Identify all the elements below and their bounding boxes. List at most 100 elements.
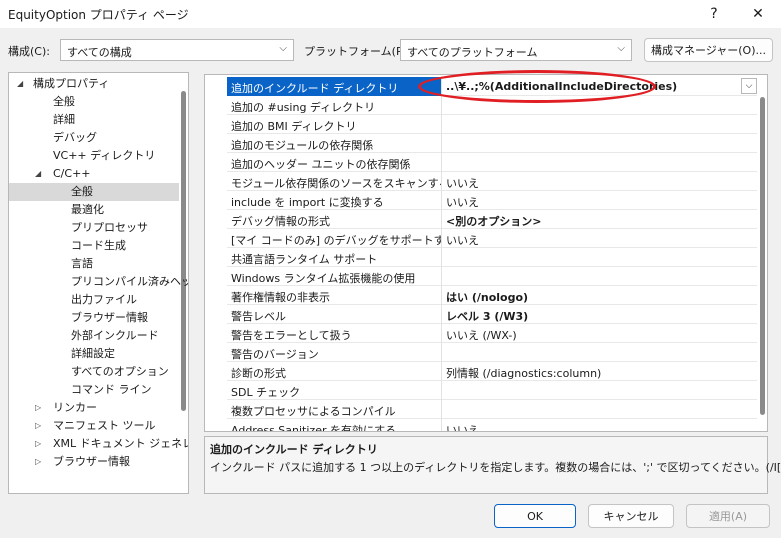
tree-item[interactable]: 最適化 [9,201,179,219]
grid-scrollbar[interactable] [760,97,765,415]
cancel-button[interactable]: キャンセル [588,504,674,528]
tree-item[interactable]: コード生成 [9,237,179,255]
tree-item[interactable]: プリプロセッサ [9,219,179,237]
chevron-down-icon: ⌵ [617,43,625,54]
tree-item-label: 全般 [71,185,93,198]
tree-item[interactable]: ▷ ブラウザー情報 [9,453,179,471]
tree-item[interactable]: 出力ファイル [9,291,179,309]
tree-item[interactable]: デバッグ [9,129,179,147]
tree-item-label: すべてのオプション [71,365,169,378]
tree-item[interactable]: すべてのオプション [9,363,179,381]
tree-item[interactable]: 外部インクルード [9,327,179,345]
description-title: 追加のインクルード ディレクトリ [210,443,378,456]
property-row[interactable]: 警告レベル レベル 3 (/W3) [227,305,757,324]
property-value[interactable]: レベル 3 (/W3) [446,308,756,324]
tree-item-label: VC++ ディレクトリ [53,149,156,162]
property-value[interactable]: はい (/nologo) [446,289,756,305]
property-value[interactable]: <別のオプション> [446,213,756,229]
property-row[interactable]: 追加の #using ディレクトリ [227,96,757,115]
column-divider [441,96,442,115]
tree-item[interactable]: 言語 [9,255,179,273]
tree-item[interactable]: VC++ ディレクトリ [9,147,179,165]
property-row[interactable]: 複数プロセッサによるコンパイル [227,400,757,419]
ok-button[interactable]: OK [494,504,576,528]
property-row[interactable]: Address Sanitizer を有効にする いいえ [227,419,757,432]
property-row[interactable]: 追加の BMI ディレクトリ [227,115,757,134]
property-row[interactable]: include を import に変換する いいえ [227,191,757,210]
column-divider [441,381,442,400]
tree-item[interactable]: 全般 [9,183,179,201]
property-row[interactable]: モジュール依存関係のソースをスキャンする いいえ [227,172,757,191]
property-row[interactable]: 診断の形式 列情報 (/diagnostics:column) [227,362,757,381]
property-row[interactable]: 警告をエラーとして扱う いいえ (/WX-) [227,324,757,343]
property-name: モジュール依存関係のソースをスキャンする [231,177,441,190]
property-value[interactable]: いいえ [446,175,756,191]
property-row[interactable]: [マイ コードのみ] のデバッグをサポートする いいえ [227,229,757,248]
tree-item[interactable]: 詳細 [9,111,179,129]
expanded-arrow-icon[interactable]: ◢ [17,75,23,93]
tree-item[interactable]: ◢ C/C++ [9,165,179,183]
column-divider [441,115,442,134]
property-name: 警告レベル [231,310,286,323]
tree-scrollbar[interactable] [181,91,186,411]
collapsed-arrow-icon[interactable]: ▷ [35,435,41,453]
tree-item[interactable]: ▷ リンカー [9,399,179,417]
close-button[interactable]: ✕ [740,0,776,28]
property-value[interactable]: いいえ (/WX-) [446,327,756,343]
configuration-manager-button[interactable]: 構成マネージャー(O)... [644,38,773,62]
property-value[interactable]: いいえ [446,422,756,431]
property-value[interactable]: ..\¥..;%(AdditionalIncludeDirectories) [446,80,756,93]
apply-button[interactable]: 適用(A) [686,504,770,528]
tree-item[interactable]: コマンド ライン [9,381,179,399]
property-row[interactable]: 追加のヘッダー ユニットの依存関係 [227,153,757,172]
property-grid[interactable]: 追加のインクルード ディレクトリ ..\¥..;%(AdditionalInclu… [204,74,768,432]
tree-item-label: C/C++ [53,167,91,180]
property-name: 追加のモジュールの依存関係 [231,139,374,152]
property-name: 複数プロセッサによるコンパイル [231,405,396,418]
property-row[interactable]: Windows ランタイム拡張機能の使用 [227,267,757,286]
property-row[interactable]: 追加のモジュールの依存関係 [227,134,757,153]
tree-item-label: 詳細設定 [71,347,115,360]
tree-item[interactable]: ▷ マニフェスト ツール [9,417,179,435]
tree-item[interactable]: ◢ 構成プロパティ [9,75,179,93]
property-value[interactable]: 列情報 (/diagnostics:column) [446,365,756,381]
property-row[interactable]: 警告のバージョン [227,343,757,362]
column-divider [441,248,442,267]
tree-item[interactable]: プリコンパイル済みヘッ [9,273,188,291]
property-tree[interactable]: ◢ 構成プロパティ 全般 詳細 デバッグ VC++ ディレクトリ ◢ C/C++ 全般 最適化 プリ… [8,72,189,494]
column-divider [441,77,442,96]
property-row[interactable]: デバッグ情報の形式 <別のオプション> [227,210,757,229]
collapsed-arrow-icon[interactable]: ▷ [35,453,41,471]
tree-item-label: 出力ファイル [71,293,137,306]
chevron-down-icon: ⌵ [745,81,753,91]
property-name: Address Sanitizer を有効にする [231,424,397,432]
platform-label: プラットフォーム(P): [304,45,411,58]
tree-item[interactable]: ブラウザー情報 [9,309,179,327]
column-divider [441,134,442,153]
property-name: デバッグ情報の形式 [231,215,330,228]
collapsed-arrow-icon[interactable]: ▷ [35,399,41,417]
tree-item[interactable]: 全般 [9,93,179,111]
expanded-arrow-icon[interactable]: ◢ [35,165,41,183]
property-row[interactable]: SDL チェック [227,381,757,400]
tree-item[interactable]: ▷ XML ドキュメント ジェネレー [9,435,188,453]
property-row[interactable]: 著作権情報の非表示 はい (/nologo) [227,286,757,305]
property-value[interactable]: いいえ [446,232,756,248]
property-row[interactable]: 共通言語ランタイム サポート [227,248,757,267]
tree-item-label: ブラウザー情報 [71,311,148,324]
tree-item-label: デバッグ [53,131,97,144]
tree-item[interactable]: 詳細設定 [9,345,179,363]
property-row[interactable]: 追加のインクルード ディレクトリ ..\¥..;%(AdditionalInclu… [227,77,757,96]
property-name: 追加の BMI ディレクトリ [231,120,357,133]
property-name: 警告をエラーとして扱う [231,329,352,342]
property-name: include を import に変換する [231,196,384,209]
platform-select[interactable]: すべてのプラットフォーム ⌵ [400,39,632,61]
help-button[interactable]: ? [696,0,732,28]
property-value[interactable]: いいえ [446,194,756,210]
value-dropdown-button[interactable]: ⌵ [741,78,757,94]
config-select[interactable]: すべての構成 ⌵ [60,39,294,61]
column-divider [441,267,442,286]
configuration-bar: 構成(C): すべての構成 ⌵ プラットフォーム(P): すべてのプラットフォー… [0,38,781,62]
collapsed-arrow-icon[interactable]: ▷ [35,417,41,435]
tree-item-label: リンカー [53,401,97,414]
